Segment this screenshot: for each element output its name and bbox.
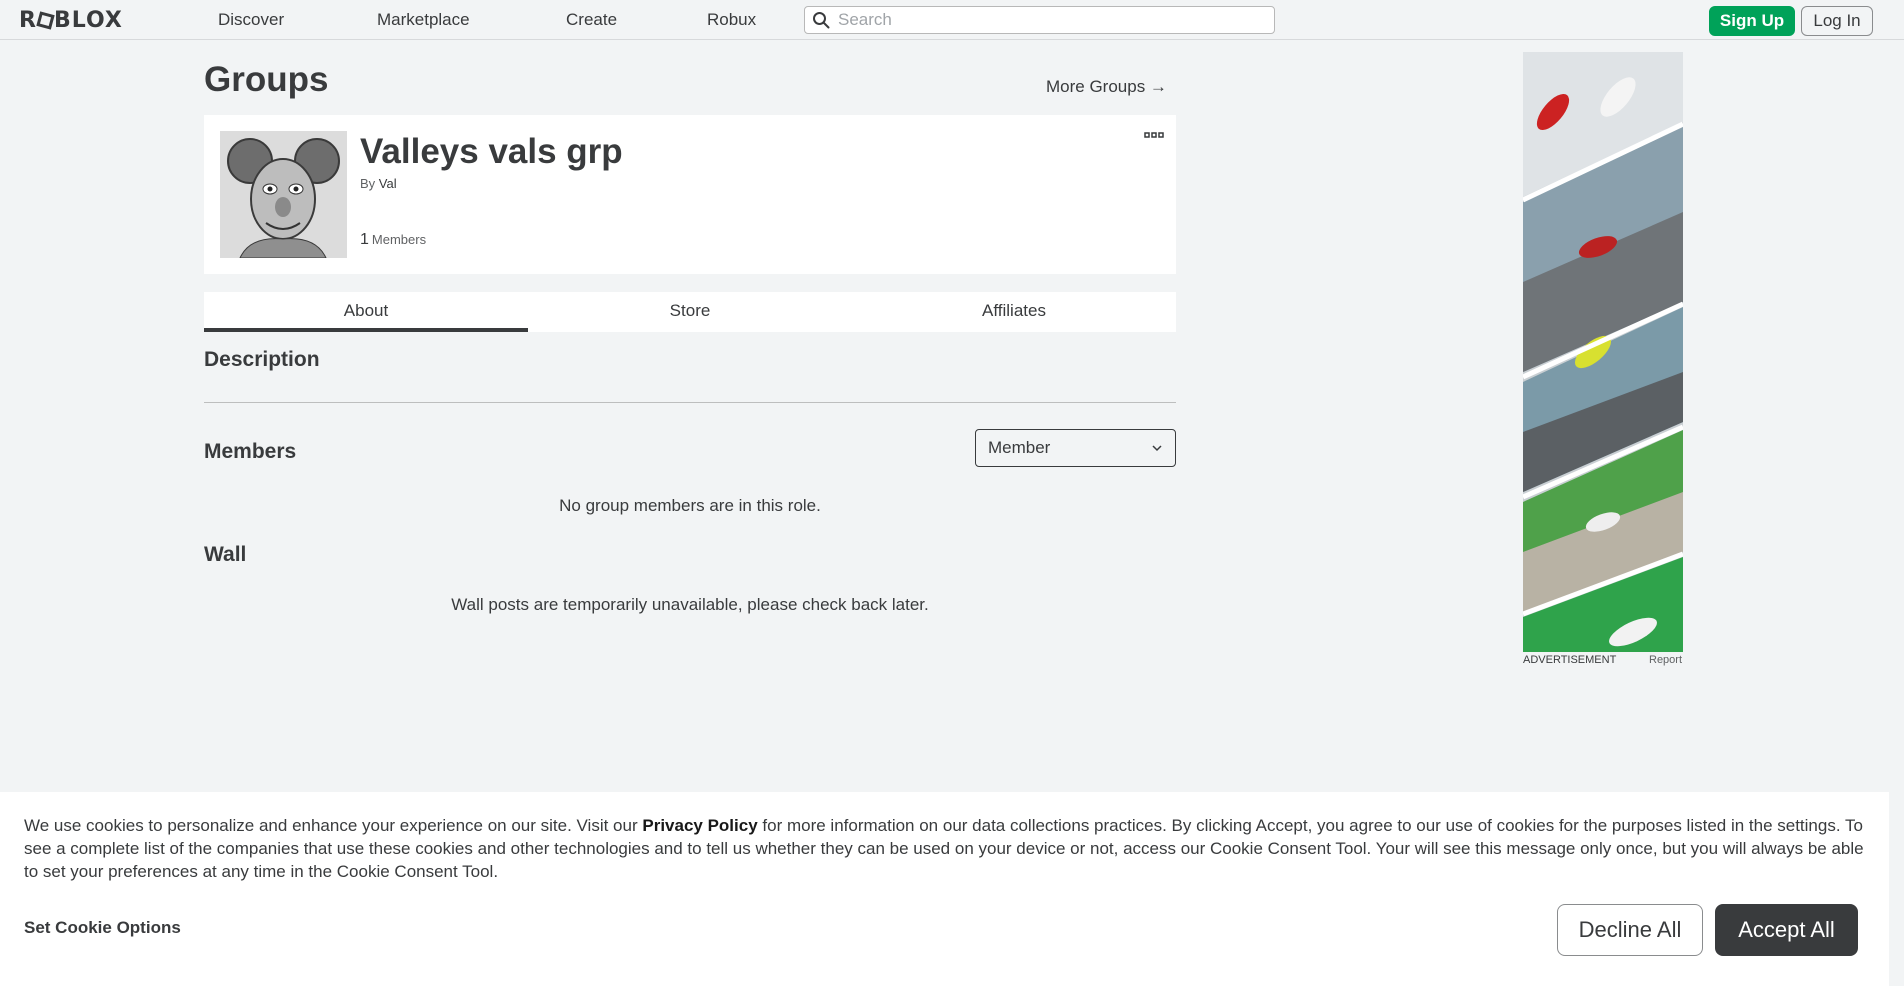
search-box[interactable] (804, 6, 1275, 34)
member-count: 1 Members (360, 231, 426, 249)
roblox-logo[interactable]: R BLOX (19, 8, 123, 33)
tab-store[interactable]: Store (528, 292, 852, 332)
nav-create[interactable]: Create (566, 10, 617, 30)
member-count-label: Members (371, 232, 427, 247)
group-tabs: About Store Affiliates (204, 292, 1176, 332)
ellipsis-icon[interactable] (1144, 130, 1164, 142)
group-header-card: Valleys vals grp By Val 1 Members (204, 115, 1176, 274)
members-heading: Members (204, 440, 297, 463)
car-racing-ad-image (1523, 52, 1683, 652)
cookie-text-intro: We use cookies to personalize and enhanc… (24, 816, 643, 835)
login-button[interactable]: Log In (1801, 6, 1873, 36)
group-emblem-image (220, 131, 347, 258)
group-name: Valleys vals grp (360, 132, 623, 171)
signup-button[interactable]: Sign Up (1709, 6, 1795, 36)
nav-discover[interactable]: Discover (218, 10, 284, 30)
by-label: By (360, 176, 376, 191)
member-count-value: 1 (360, 231, 369, 248)
tab-about[interactable]: About (204, 292, 528, 332)
set-cookie-options-link[interactable]: Set Cookie Options (24, 918, 181, 938)
section-divider (204, 402, 1176, 403)
search-input[interactable] (838, 10, 1268, 30)
role-dropdown[interactable]: Member (975, 429, 1176, 467)
group-owner-line: By Val (360, 176, 397, 191)
nav-marketplace[interactable]: Marketplace (377, 10, 470, 30)
wall-empty-message: Wall posts are temporarily unavailable, … (451, 595, 929, 614)
decline-all-button[interactable]: Decline All (1557, 904, 1703, 956)
wall-heading: Wall (204, 543, 247, 566)
search-icon (813, 12, 830, 29)
top-nav: R BLOX Discover Marketplace Create Robux … (0, 0, 1904, 40)
group-owner-link[interactable]: Val (379, 176, 397, 191)
chevron-down-icon (1152, 445, 1162, 452)
description-heading: Description (204, 348, 320, 371)
ad-report-link[interactable]: Report (1649, 654, 1682, 666)
members-empty-message: No group members are in this role. (559, 496, 821, 515)
accept-all-button[interactable]: Accept All (1715, 904, 1858, 956)
tab-affiliates[interactable]: Affiliates (852, 292, 1176, 332)
page-title: Groups (204, 60, 329, 99)
more-groups-link[interactable]: More Groups → (1046, 77, 1167, 97)
privacy-policy-link[interactable]: Privacy Policy (642, 816, 757, 835)
advertisement-label: ADVERTISEMENT (1523, 654, 1617, 666)
nav-robux[interactable]: Robux (707, 10, 756, 30)
role-dropdown-value: Member (988, 438, 1051, 457)
cookie-consent-banner: We use cookies to personalize and enhanc… (0, 792, 1889, 986)
cookie-consent-text: We use cookies to personalize and enhanc… (24, 814, 1874, 883)
advertisement-banner[interactable] (1523, 52, 1683, 652)
mouse-ears-portrait-icon (220, 131, 347, 258)
